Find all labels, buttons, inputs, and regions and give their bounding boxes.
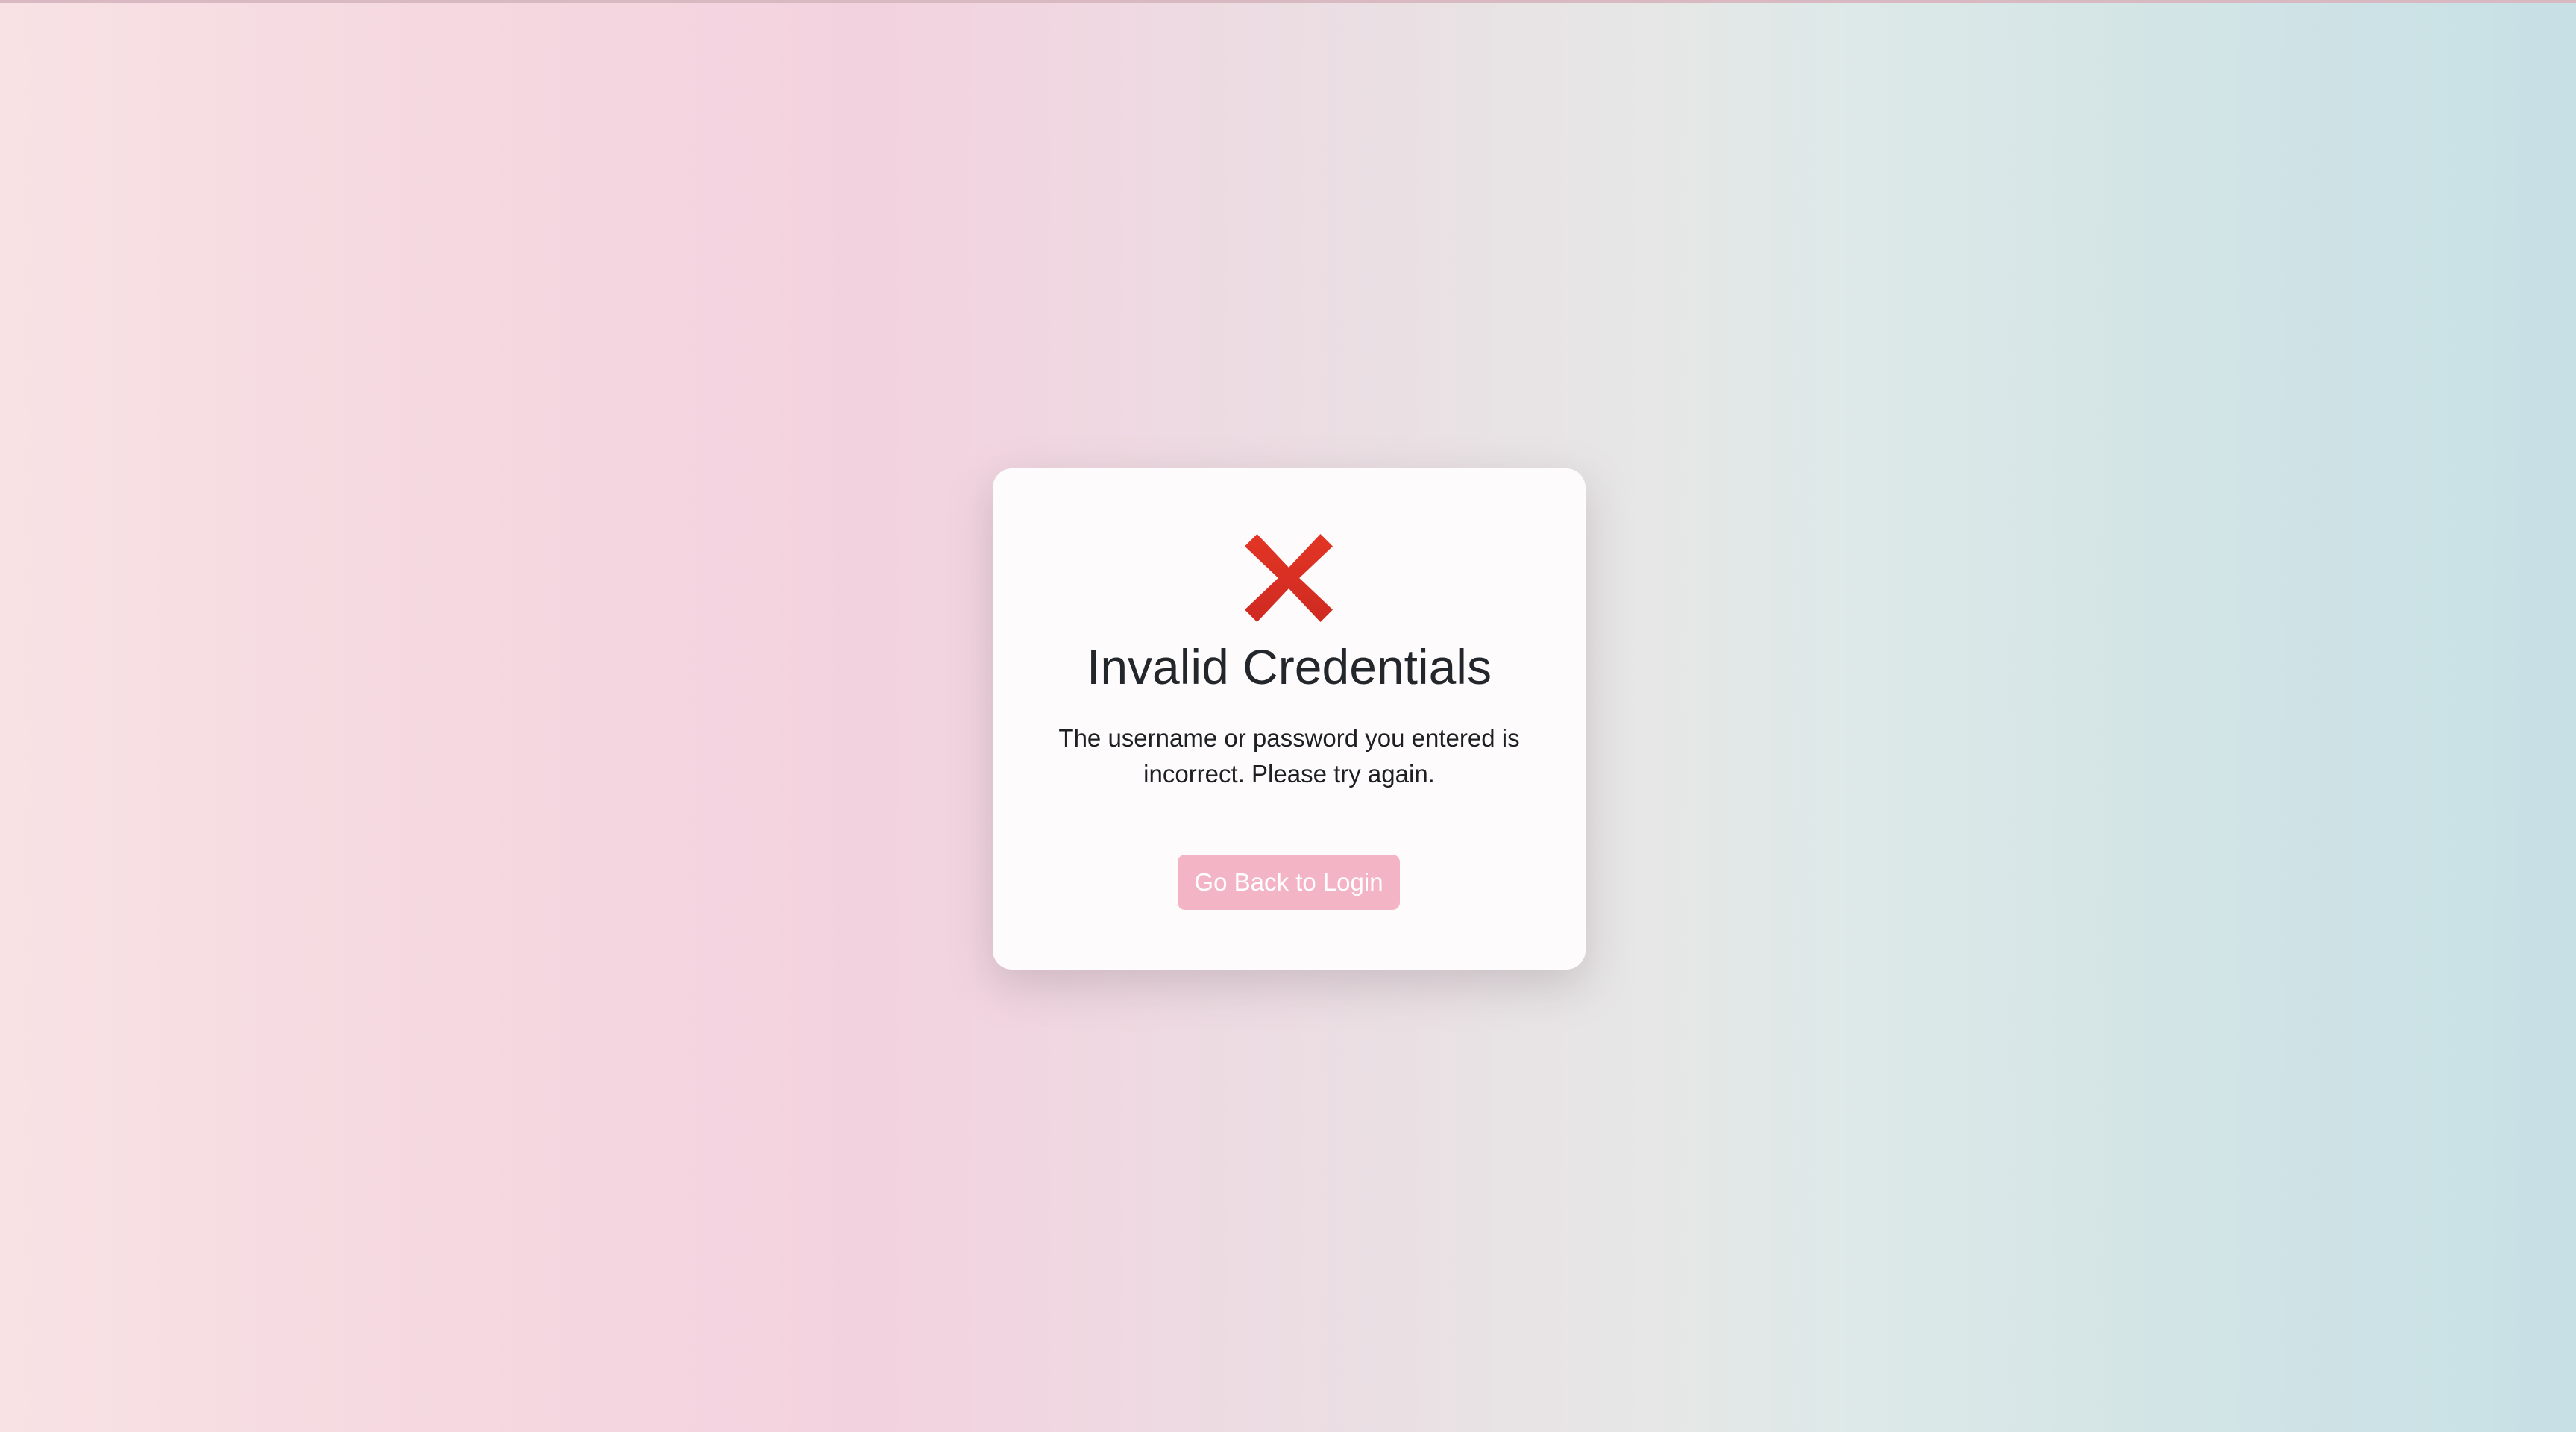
go-back-to-login-button[interactable]: Go Back to Login	[1178, 855, 1400, 910]
error-message: The username or password you entered is …	[1058, 724, 1520, 788]
cross-mark-icon	[1245, 534, 1333, 622]
error-card: Invalid Credentials The username or pass…	[993, 468, 1586, 970]
error-title: Invalid Credentials	[1087, 639, 1492, 694]
top-border	[0, 0, 2576, 3]
